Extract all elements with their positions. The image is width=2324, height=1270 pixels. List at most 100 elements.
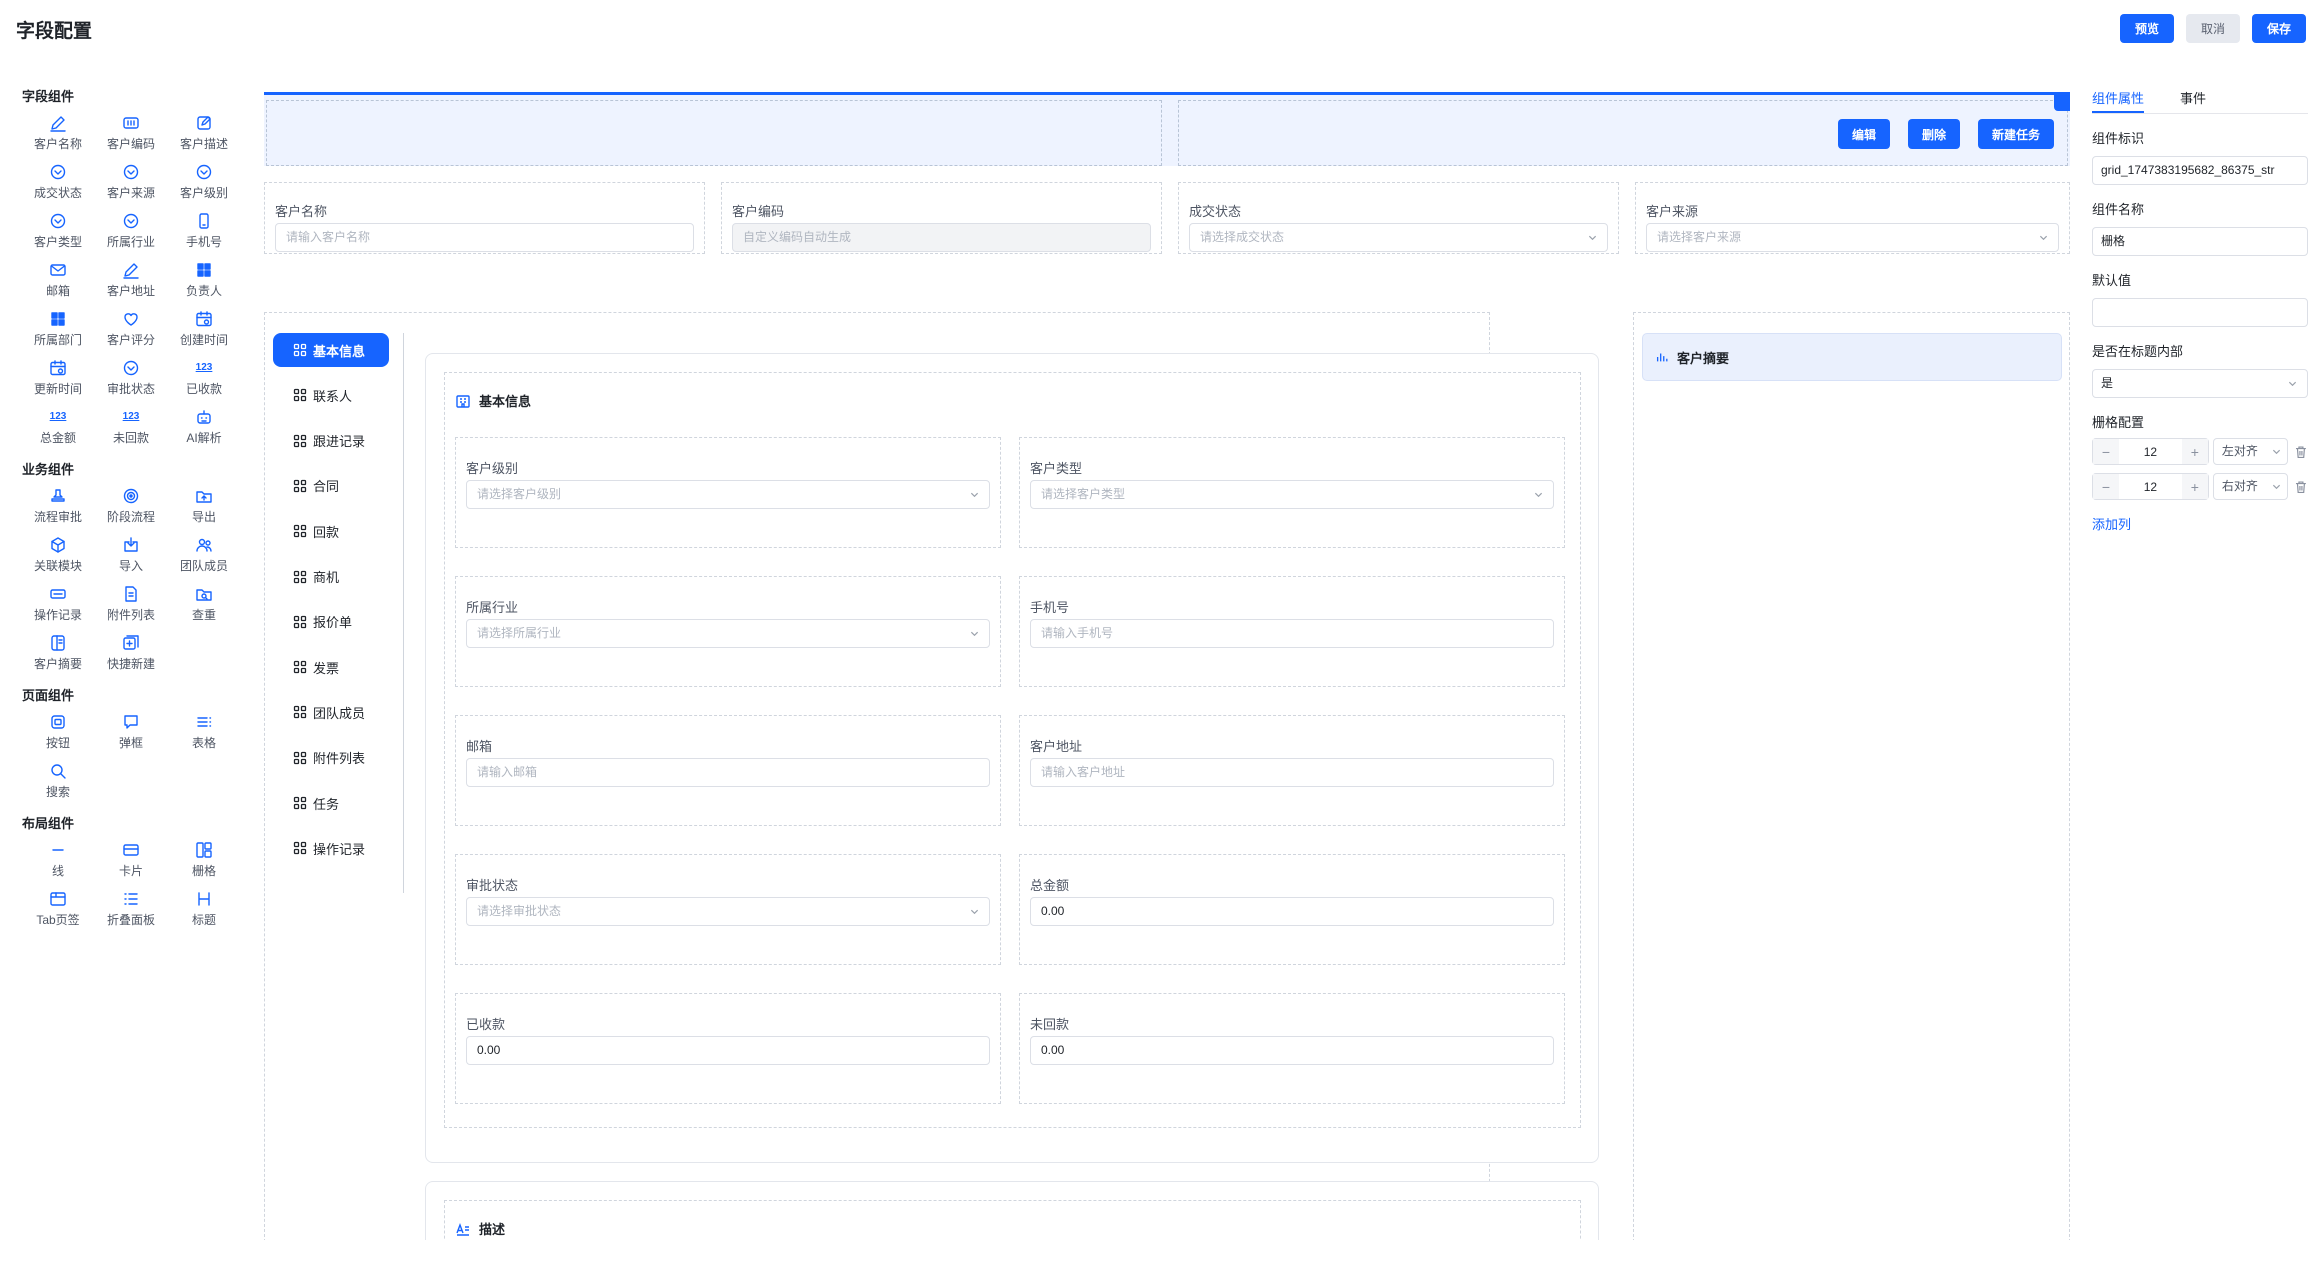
align-select[interactable]: 左对齐 bbox=[2212, 438, 2289, 465]
palette-item[interactable]: 卡片 bbox=[95, 835, 167, 884]
default-value-field[interactable] bbox=[2092, 298, 2308, 327]
palette-item[interactable]: 成交状态 bbox=[22, 157, 94, 206]
basic-field-cell[interactable]: 邮箱 请输入邮箱 bbox=[455, 715, 1001, 826]
top-field-cell[interactable]: 成交状态 请选择成交状态 bbox=[1178, 182, 1619, 254]
input-field[interactable]: 0.00 bbox=[466, 1036, 990, 1065]
palette-item[interactable]: 审批状态 bbox=[95, 353, 167, 402]
palette-item[interactable]: 标题 bbox=[168, 884, 240, 933]
basic-field-cell[interactable]: 客户地址 请输入客户地址 bbox=[1019, 715, 1565, 826]
span-value[interactable]: 12 bbox=[2119, 480, 2182, 494]
selected-grid-component[interactable]: 编辑 删除 新建任务 bbox=[264, 92, 2070, 166]
palette-item[interactable]: 导出 bbox=[168, 481, 240, 530]
main-column[interactable]: 基本信息联系人跟进记录合同回款商机报价单发票团队成员附件列表任务操作记录 基本信… bbox=[264, 312, 1599, 1240]
save-button[interactable]: 保存 bbox=[2251, 14, 2306, 43]
trash-icon[interactable] bbox=[2294, 445, 2308, 459]
nav-tab[interactable]: 发票 bbox=[273, 650, 389, 684]
customer-summary-block[interactable]: 客户摘要 bbox=[1642, 333, 2062, 381]
plus-icon[interactable]: + bbox=[2181, 439, 2208, 464]
select-field[interactable]: 请选择客户来源 bbox=[1646, 223, 2059, 252]
select-field[interactable]: 请选择所属行业 bbox=[466, 619, 990, 648]
component-name-field[interactable]: 栅格 bbox=[2092, 227, 2308, 256]
palette-item[interactable]: 客户类型 bbox=[22, 206, 94, 255]
nav-tab[interactable]: 报价单 bbox=[273, 605, 389, 639]
basic-field-cell[interactable]: 手机号 请输入手机号 bbox=[1019, 576, 1565, 687]
trash-icon[interactable] bbox=[2294, 480, 2308, 494]
basic-field-cell[interactable]: 客户类型 请选择客户类型 bbox=[1019, 437, 1565, 548]
nav-tab[interactable]: 回款 bbox=[273, 514, 389, 548]
add-column-link[interactable]: 添加列 bbox=[2092, 514, 2131, 533]
palette-item[interactable]: 客户编码 bbox=[95, 108, 167, 157]
palette-item[interactable]: Tab页签 bbox=[22, 884, 94, 933]
select-field[interactable]: 请选择客户级别 bbox=[466, 480, 990, 509]
palette-item[interactable]: 123 已收款 bbox=[168, 353, 240, 402]
palette-item[interactable]: 更新时间 bbox=[22, 353, 94, 402]
input-field[interactable]: 0.00 bbox=[1030, 897, 1554, 926]
palette-item[interactable]: 负责人 bbox=[168, 255, 240, 304]
palette-item[interactable]: 客户评分 bbox=[95, 304, 167, 353]
input-field[interactable]: 请输入客户名称 bbox=[275, 223, 694, 252]
palette-item[interactable]: 线 bbox=[22, 835, 94, 884]
in-title-select[interactable]: 是 bbox=[2092, 369, 2308, 398]
input-field[interactable]: 请输入客户地址 bbox=[1030, 758, 1554, 787]
nav-tab[interactable]: 联系人 bbox=[273, 378, 389, 412]
top-field-cell[interactable]: 客户编码 自定义编码自动生成 bbox=[721, 182, 1162, 254]
span-stepper[interactable]: −12 + bbox=[2092, 473, 2209, 500]
basic-info-card[interactable]: 基本信息 客户级别 请选择客户级别 客户类型 请选择客户类型 所属行业 请选择所属行业 手机… bbox=[425, 353, 1599, 1163]
span-value[interactable]: 12 bbox=[2119, 445, 2182, 459]
palette-item[interactable]: 搜索 bbox=[22, 756, 94, 805]
nav-tab[interactable]: 任务 bbox=[273, 786, 389, 820]
palette-item[interactable]: 流程审批 bbox=[22, 481, 94, 530]
selection-handle-icon[interactable] bbox=[2054, 95, 2070, 111]
top-field-cell[interactable]: 客户来源 请选择客户来源 bbox=[1635, 182, 2070, 254]
palette-item[interactable]: 123 未回款 bbox=[95, 402, 167, 451]
side-column[interactable]: 客户摘要 bbox=[1633, 312, 2070, 1240]
palette-item[interactable]: 按钮 bbox=[22, 707, 94, 756]
nav-tab[interactable]: 附件列表 bbox=[273, 741, 389, 775]
delete-button[interactable]: 删除 bbox=[1907, 119, 1960, 149]
palette-item[interactable]: 123 总金额 bbox=[22, 402, 94, 451]
basic-field-cell[interactable]: 总金额 0.00 bbox=[1019, 854, 1565, 965]
palette-item[interactable]: 团队成员 bbox=[168, 530, 240, 579]
span-stepper[interactable]: −12 + bbox=[2092, 438, 2209, 465]
minus-icon[interactable]: − bbox=[2093, 439, 2119, 464]
select-field[interactable]: 请选择审批状态 bbox=[466, 897, 990, 926]
basic-field-cell[interactable]: 客户级别 请选择客户级别 bbox=[455, 437, 1001, 548]
palette-item[interactable]: 导入 bbox=[95, 530, 167, 579]
input-field[interactable]: 请输入手机号 bbox=[1030, 619, 1554, 648]
palette-item[interactable]: 查重 bbox=[168, 579, 240, 628]
minus-icon[interactable]: − bbox=[2093, 474, 2119, 499]
preview-button[interactable]: 预览 bbox=[2119, 14, 2174, 43]
top-field-cell[interactable]: 客户名称 请输入客户名称 bbox=[264, 182, 705, 254]
palette-item[interactable]: 客户名称 bbox=[22, 108, 94, 157]
new-task-button[interactable]: 新建任务 bbox=[1977, 119, 2054, 149]
tab-component-props[interactable]: 组件属性 bbox=[2092, 78, 2145, 113]
palette-item[interactable]: 阶段流程 bbox=[95, 481, 167, 530]
nav-tab[interactable]: 商机 bbox=[273, 560, 389, 594]
palette-item[interactable]: 所属行业 bbox=[95, 206, 167, 255]
basic-field-cell[interactable]: 所属行业 请选择所属行业 bbox=[455, 576, 1001, 687]
nav-tab[interactable]: 合同 bbox=[273, 469, 389, 503]
palette-item[interactable]: 栅格 bbox=[168, 835, 240, 884]
select-field[interactable]: 请选择成交状态 bbox=[1189, 223, 1608, 252]
palette-item[interactable]: 快捷新建 bbox=[95, 628, 167, 677]
cancel-button[interactable]: 取消 bbox=[2185, 14, 2240, 43]
palette-item[interactable]: 附件列表 bbox=[95, 579, 167, 628]
align-select[interactable]: 右对齐 bbox=[2212, 473, 2289, 500]
palette-item[interactable]: 折叠面板 bbox=[95, 884, 167, 933]
basic-field-cell[interactable]: 已收款 0.00 bbox=[455, 993, 1001, 1104]
palette-item[interactable]: 客户摘要 bbox=[22, 628, 94, 677]
palette-item[interactable]: 弹框 bbox=[95, 707, 167, 756]
component-id-field[interactable]: grid_1747383195682_86375_str bbox=[2092, 156, 2308, 185]
palette-item[interactable]: 操作记录 bbox=[22, 579, 94, 628]
palette-item[interactable]: AI解析 bbox=[168, 402, 240, 451]
basic-field-cell[interactable]: 未回款 0.00 bbox=[1019, 993, 1565, 1104]
nav-tab[interactable]: 团队成员 bbox=[273, 695, 389, 729]
grid-column-left[interactable] bbox=[266, 100, 1162, 166]
nav-tab[interactable]: 跟进记录 bbox=[273, 424, 389, 458]
nav-tab[interactable]: 基本信息 bbox=[273, 333, 389, 367]
input-field[interactable]: 0.00 bbox=[1030, 1036, 1554, 1065]
palette-item[interactable]: 所属部门 bbox=[22, 304, 94, 353]
nav-tab[interactable]: 操作记录 bbox=[273, 831, 389, 865]
input-field[interactable]: 请输入邮箱 bbox=[466, 758, 990, 787]
plus-icon[interactable]: + bbox=[2181, 474, 2208, 499]
